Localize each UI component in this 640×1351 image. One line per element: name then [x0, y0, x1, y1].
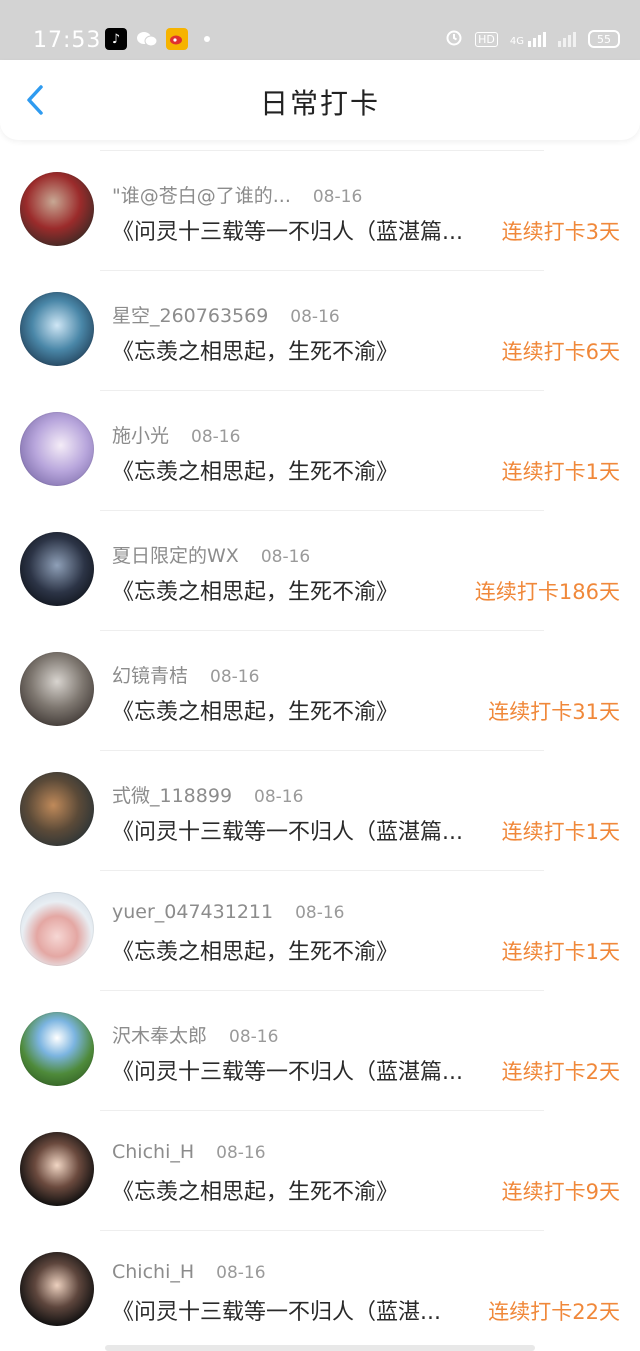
checkin-content[interactable]: 《忘羡之相思起，生死不渝》: [112, 1174, 398, 1206]
user-meta: 星空_260763569 08-16: [112, 301, 340, 328]
scroll-indicator: [105, 1345, 535, 1351]
streak-label: 连续打卡22天: [488, 1300, 620, 1324]
user-name[interactable]: Chichi_H: [112, 1261, 194, 1283]
page-title: 日常打卡: [259, 87, 380, 120]
user-meta: yuer_047431211 08-16: [112, 901, 345, 923]
checkin-content[interactable]: 《忘羡之相思起，生死不渝》: [112, 454, 398, 486]
status-time: 17:53: [33, 28, 102, 53]
nav-header: 日常打卡: [0, 60, 640, 140]
user-name[interactable]: 式微_118899: [112, 785, 232, 807]
avatar[interactable]: [20, 172, 94, 246]
checkin-row[interactable]: Chichi_H 08-16 《问灵十三载等一不归人（蓝湛... 连续打卡22天: [0, 1230, 640, 1350]
checkin-date: 08-16: [290, 307, 340, 327]
checkin-date: 08-16: [216, 1263, 266, 1283]
row-divider: [100, 510, 544, 511]
streak-label: 连续打卡1天: [501, 820, 620, 844]
row-divider: [100, 270, 544, 271]
avatar[interactable]: [20, 412, 94, 486]
weibo-icon: [166, 28, 188, 50]
dot-icon: [196, 28, 218, 50]
streak-label: 连续打卡31天: [488, 700, 620, 724]
user-name[interactable]: 施小光: [112, 425, 169, 447]
row-divider: [100, 150, 544, 151]
signal-icon: 4G: [509, 31, 546, 47]
row-divider: [100, 1230, 544, 1231]
avatar[interactable]: [20, 772, 94, 846]
hd-badge: HD: [475, 31, 498, 47]
user-meta: 沢木奉太郎 08-16: [112, 1021, 278, 1048]
checkin-date: 08-16: [295, 903, 345, 923]
checkin-content[interactable]: 《问灵十三载等一不归人（蓝湛篇...: [112, 214, 463, 246]
checkin-content[interactable]: 《问灵十三载等一不归人（蓝湛...: [112, 1294, 441, 1326]
alarm-icon: [445, 28, 463, 50]
user-name[interactable]: "谁@苍白@了谁的...: [112, 185, 291, 207]
streak-label: 连续打卡1天: [501, 940, 620, 964]
checkin-row[interactable]: 星空_260763569 08-16 《忘羡之相思起，生死不渝》 连续打卡6天: [0, 270, 640, 390]
avatar[interactable]: [20, 532, 94, 606]
checkin-row[interactable]: 沢木奉太郎 08-16 《问灵十三载等一不归人（蓝湛篇... 连续打卡2天: [0, 990, 640, 1110]
avatar[interactable]: [20, 292, 94, 366]
user-name[interactable]: 沢木奉太郎: [112, 1025, 207, 1047]
checkin-row[interactable]: Chichi_H 08-16 《忘羡之相思起，生死不渝》 连续打卡9天: [0, 1110, 640, 1230]
avatar[interactable]: [20, 1012, 94, 1086]
streak-label: 连续打卡2天: [501, 1060, 620, 1084]
checkin-date: 08-16: [260, 547, 311, 567]
row-divider: [100, 1110, 544, 1111]
network-type: 4G: [509, 35, 524, 47]
checkin-content[interactable]: 《忘羡之相思起，生死不渝》: [112, 934, 398, 966]
user-meta: 式微_118899 08-16: [112, 781, 303, 808]
checkin-date: 08-16: [191, 427, 241, 447]
checkin-row[interactable]: 式微_118899 08-16 《问灵十三载等一不归人（蓝湛篇... 连续打卡1天: [0, 750, 640, 870]
checkin-content[interactable]: 《问灵十三载等一不归人（蓝湛篇...: [112, 814, 463, 846]
user-meta: "谁@苍白@了谁的... 08-16: [112, 181, 362, 208]
avatar[interactable]: [20, 1252, 94, 1326]
row-divider: [100, 750, 544, 751]
checkin-date: 08-16: [216, 1143, 266, 1163]
user-name[interactable]: 夏日限定的WX: [112, 545, 239, 567]
user-meta: 幻镜青桔 08-16: [112, 661, 259, 688]
checkin-content[interactable]: 《忘羡之相思起，生死不渝》: [112, 574, 398, 606]
streak-label: 连续打卡1天: [501, 460, 620, 484]
signal-2-icon: [558, 31, 576, 47]
user-meta: 施小光 08-16: [112, 421, 240, 448]
user-name[interactable]: 星空_260763569: [112, 305, 268, 327]
streak-label: 连续打卡3天: [501, 220, 620, 244]
checkin-content[interactable]: 《忘羡之相思起，生死不渝》: [112, 694, 398, 726]
checkin-date: 08-16: [312, 187, 363, 207]
checkin-row[interactable]: 夏日限定的WX 08-16 《忘羡之相思起，生死不渝》 连续打卡186天: [0, 510, 640, 630]
user-meta: Chichi_H 08-16: [112, 1141, 266, 1163]
checkin-row[interactable]: yuer_047431211 08-16 《忘羡之相思起，生死不渝》 连续打卡1天: [0, 870, 640, 990]
battery-icon: 55: [588, 30, 620, 48]
checkin-date: 08-16: [229, 1027, 279, 1047]
status-bar: 17:53 ♪ HD 4G 55: [0, 0, 640, 60]
row-divider: [100, 630, 544, 631]
streak-label: 连续打卡6天: [501, 340, 620, 364]
wechat-icon: [136, 28, 158, 50]
checkin-list: "谁@苍白@了谁的... 08-16 《问灵十三载等一不归人（蓝湛篇... 连续打卡3…: [0, 150, 640, 1350]
streak-label: 连续打卡186天: [474, 580, 620, 604]
streak-label: 连续打卡9天: [501, 1180, 620, 1204]
user-meta: Chichi_H 08-16: [112, 1261, 266, 1283]
row-divider: [100, 870, 544, 871]
checkin-row[interactable]: 幻镜青桔 08-16 《忘羡之相思起，生死不渝》 连续打卡31天: [0, 630, 640, 750]
avatar[interactable]: [20, 892, 94, 966]
user-meta: 夏日限定的WX 08-16: [112, 541, 310, 568]
status-right: HD 4G 55: [445, 28, 620, 50]
checkin-content[interactable]: 《忘羡之相思起，生死不渝》: [112, 334, 398, 366]
checkin-content[interactable]: 《问灵十三载等一不归人（蓝湛篇...: [112, 1054, 463, 1086]
user-name[interactable]: Chichi_H: [112, 1141, 194, 1163]
tiktok-icon: ♪: [105, 28, 127, 50]
user-name[interactable]: 幻镜青桔: [112, 665, 188, 687]
avatar[interactable]: [20, 1132, 94, 1206]
checkin-date: 08-16: [210, 667, 260, 687]
avatar[interactable]: [20, 652, 94, 726]
user-name[interactable]: yuer_047431211: [112, 901, 273, 923]
row-divider: [100, 990, 544, 991]
checkin-row[interactable]: 施小光 08-16 《忘羡之相思起，生死不渝》 连续打卡1天: [0, 390, 640, 510]
battery-level: 55: [597, 32, 611, 46]
row-divider: [100, 390, 544, 391]
checkin-date: 08-16: [254, 787, 304, 807]
checkin-row[interactable]: "谁@苍白@了谁的... 08-16 《问灵十三载等一不归人（蓝湛篇... 连续打卡3…: [0, 150, 640, 270]
